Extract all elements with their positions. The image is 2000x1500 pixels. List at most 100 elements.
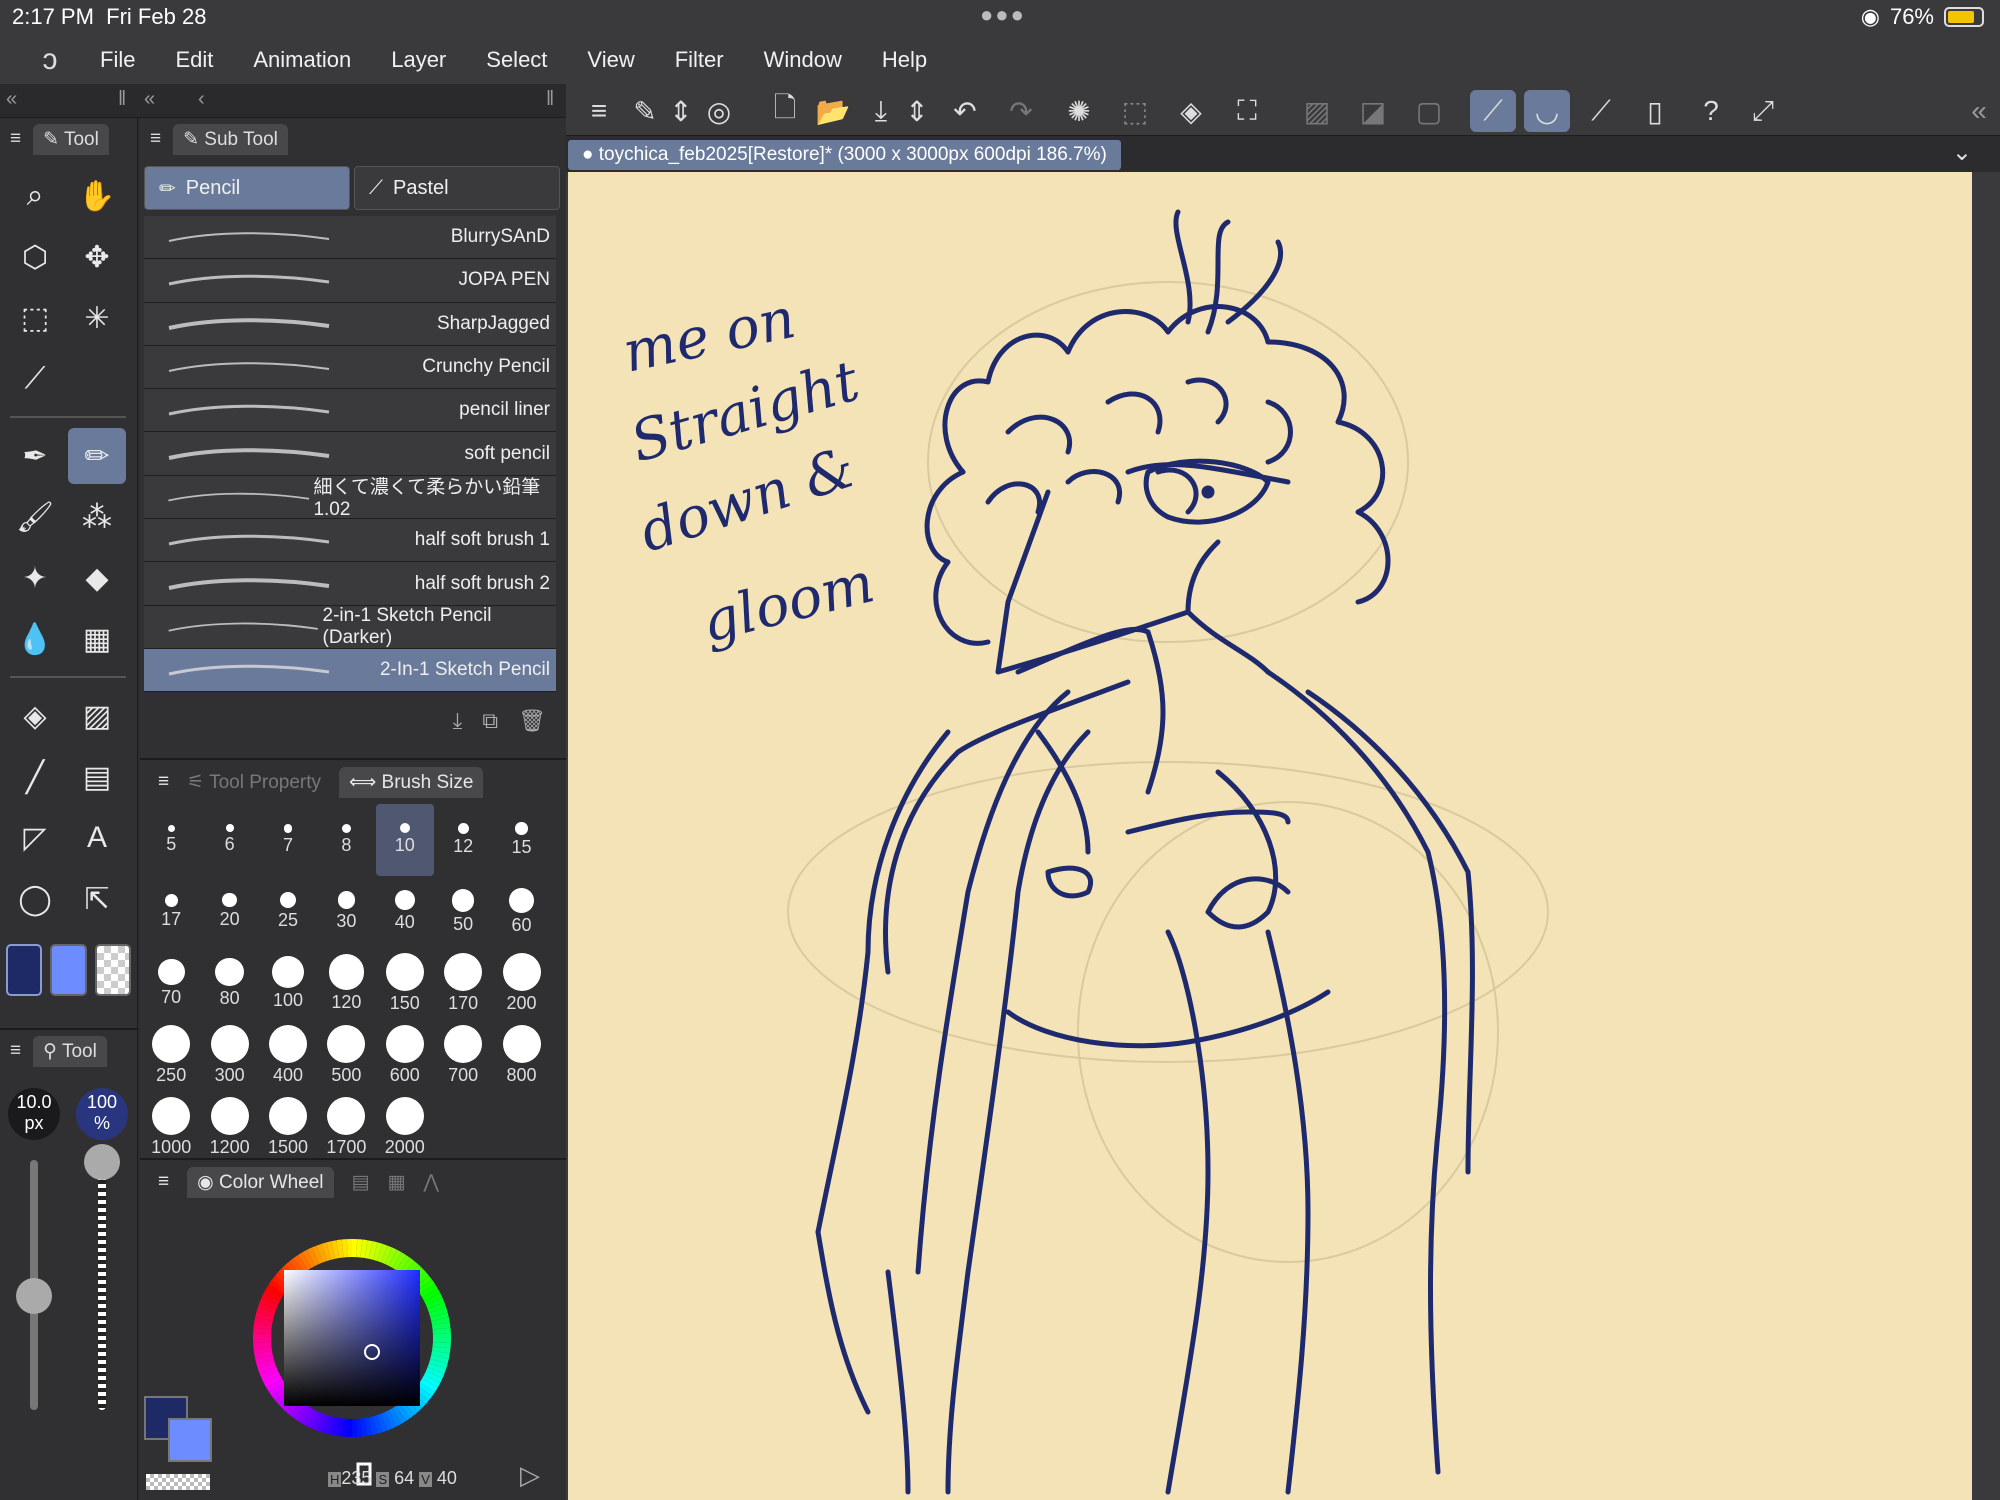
gradient-tool-icon[interactable]: ▨ xyxy=(68,688,126,744)
hue-ring-segment[interactable] xyxy=(336,1239,344,1259)
brush-size-option[interactable]: 200 xyxy=(492,948,550,1020)
hamburger-icon[interactable]: ≡ xyxy=(10,1040,21,1062)
subtool-group-pencil[interactable]: ✏ Pencil xyxy=(144,166,350,210)
zoom-tool-icon[interactable]: ⌕ xyxy=(6,168,64,224)
hue-ring-segment[interactable] xyxy=(422,1288,441,1302)
brush-item[interactable]: SharpJagged xyxy=(144,302,556,346)
pen-tool-icon[interactable]: ✒ xyxy=(6,428,64,484)
hue-ring-segment[interactable] xyxy=(388,1408,402,1427)
brush-size-option[interactable]: 5 xyxy=(142,804,200,876)
hue-ring-segment[interactable] xyxy=(255,1354,274,1364)
eyedropper-tool-icon[interactable]: ⟋ xyxy=(6,351,64,407)
redo-icon[interactable]: ↷ xyxy=(998,90,1044,132)
menu-select[interactable]: Select xyxy=(486,47,547,73)
brush-size-option[interactable]: 40 xyxy=(376,876,434,948)
decoration-tool-icon[interactable]: ✦ xyxy=(6,550,64,606)
hue-ring-segment[interactable] xyxy=(431,1346,451,1354)
hamburger-icon[interactable]: ≡ xyxy=(10,128,21,150)
brush-item[interactable]: half soft brush 1 xyxy=(144,519,556,563)
menu-edit[interactable]: Edit xyxy=(175,47,213,73)
hue-ring-segment[interactable] xyxy=(425,1297,445,1310)
hue-ring-segment[interactable] xyxy=(293,1403,308,1422)
move-tool-icon[interactable]: ✥ xyxy=(68,229,126,285)
menu-file[interactable]: File xyxy=(100,47,135,73)
airbrush-tool-icon[interactable]: ⁂ xyxy=(68,489,126,545)
menu-icon[interactable]: ≡ xyxy=(576,90,622,132)
hue-ring-segment[interactable] xyxy=(271,1275,290,1291)
hue-ring-segment[interactable] xyxy=(427,1362,447,1374)
chevron-left-icon[interactable]: ‹ xyxy=(198,88,205,111)
trash-icon[interactable]: 🗑 xyxy=(518,708,546,740)
brush-item[interactable]: 2-In-1 Sketch Pencil xyxy=(144,648,556,693)
hue-ring-segment[interactable] xyxy=(259,1366,279,1379)
sub-color-swatch[interactable] xyxy=(50,944,87,996)
hue-ring-segment[interactable] xyxy=(254,1350,273,1359)
panel-divider-icon[interactable]: ‖ xyxy=(118,88,126,111)
tab-color-wheel[interactable]: ◉ Color Wheel xyxy=(187,1166,334,1198)
brush-size-option[interactable]: 12 xyxy=(434,804,492,876)
tab-approximate-color-icon[interactable]: ⋀ xyxy=(423,1171,439,1194)
document-tab[interactable]: ● toychica_feb2025[Restore]* (3000 x 300… xyxy=(568,140,1121,170)
brush-size-option[interactable]: 150 xyxy=(376,948,434,1020)
hue-ring-segment[interactable] xyxy=(360,1417,368,1437)
tab-color-set-icon[interactable]: ▤ xyxy=(352,1171,370,1194)
hue-ring-segment[interactable] xyxy=(311,1411,324,1431)
select-area-icon[interactable]: ⬚ xyxy=(1112,90,1158,132)
hue-ring-segment[interactable] xyxy=(261,1293,280,1306)
hue-ring-segment[interactable] xyxy=(417,1279,436,1294)
fill-tool-icon[interactable]: ◈ xyxy=(6,688,64,744)
hue-ring-segment[interactable] xyxy=(392,1405,406,1424)
main-color-swatch[interactable] xyxy=(6,944,43,996)
hue-ring-segment[interactable] xyxy=(372,1415,383,1434)
brush-size-option[interactable]: 7 xyxy=(259,804,317,876)
hue-ring-segment[interactable] xyxy=(253,1346,273,1354)
brush-size-option[interactable]: 800 xyxy=(492,1019,550,1091)
fullscreen-icon[interactable]: ⤢ xyxy=(1740,90,1786,132)
play-icon[interactable]: ▷ xyxy=(520,1460,540,1491)
hue-ring-segment[interactable] xyxy=(419,1378,438,1392)
object-tool-icon[interactable]: ⬡ xyxy=(6,229,64,285)
hue-ring-segment[interactable] xyxy=(289,1257,305,1276)
frame-tool-icon[interactable]: ▤ xyxy=(68,749,126,805)
brush-item[interactable]: JOPA PEN xyxy=(144,259,556,303)
multitask-dots[interactable]: ●●● xyxy=(980,2,1026,28)
brush-list[interactable]: BlurrySAnD JOPA PEN SharpJagged Crunchy Pen… xyxy=(144,216,556,696)
line-tool-icon[interactable]: ╱ xyxy=(6,749,64,805)
transparent-swatch[interactable] xyxy=(94,944,131,996)
loading-icon[interactable]: ✺ xyxy=(1056,90,1102,132)
hue-ring-segment[interactable] xyxy=(414,1385,433,1401)
menu-view[interactable]: View xyxy=(587,47,634,73)
brush-size-slider-knob[interactable] xyxy=(16,1278,52,1314)
brush-size-option[interactable]: 1200 xyxy=(200,1091,258,1163)
subtool-group-pastel[interactable]: ⟋ Pastel xyxy=(354,166,560,210)
brush-size-option[interactable]: 17 xyxy=(142,876,200,948)
brush-size-option[interactable]: 80 xyxy=(200,948,258,1020)
hue-ring-segment[interactable] xyxy=(259,1297,279,1310)
opacity-slider[interactable] xyxy=(98,1160,106,1410)
brush-size-option[interactable]: 25 xyxy=(259,876,317,948)
hue-ring-segment[interactable] xyxy=(257,1362,277,1374)
new-document-icon[interactable]: 🗋 xyxy=(762,90,808,132)
hue-ring-segment[interactable] xyxy=(384,1247,397,1266)
hue-ring-segment[interactable] xyxy=(414,1275,433,1291)
snap-special-ruler-icon[interactable]: ◡ xyxy=(1524,90,1570,132)
hue-ring-segment[interactable] xyxy=(422,1374,441,1388)
hue-ring-segment[interactable] xyxy=(257,1302,277,1314)
device-icon[interactable]: ▯ xyxy=(1632,90,1678,132)
hue-ring-segment[interactable] xyxy=(293,1254,308,1273)
balloon-tool-icon[interactable]: ◯ xyxy=(6,871,64,927)
brush-size-option[interactable]: 500 xyxy=(317,1019,375,1091)
collapse-subtool-icon[interactable]: « xyxy=(144,88,155,111)
brush-item[interactable]: Crunchy Pencil xyxy=(144,345,556,390)
opacity-slider-knob[interactable] xyxy=(84,1144,120,1180)
hue-ring-segment[interactable] xyxy=(364,1240,373,1259)
brush-size-option[interactable]: 300 xyxy=(200,1019,258,1091)
hue-ring-segment[interactable] xyxy=(372,1242,383,1261)
undo-icon[interactable]: ↶ xyxy=(942,90,988,132)
collapse-right-icon[interactable]: « xyxy=(1956,90,2000,132)
hue-ring-segment[interactable] xyxy=(316,1413,328,1433)
chevron-updown-icon[interactable]: ⇕ xyxy=(894,90,940,132)
tab-tool-property[interactable]: ⚟ Tool Property xyxy=(187,771,321,794)
menu-filter[interactable]: Filter xyxy=(675,47,724,73)
hue-ring-segment[interactable] xyxy=(430,1312,449,1322)
